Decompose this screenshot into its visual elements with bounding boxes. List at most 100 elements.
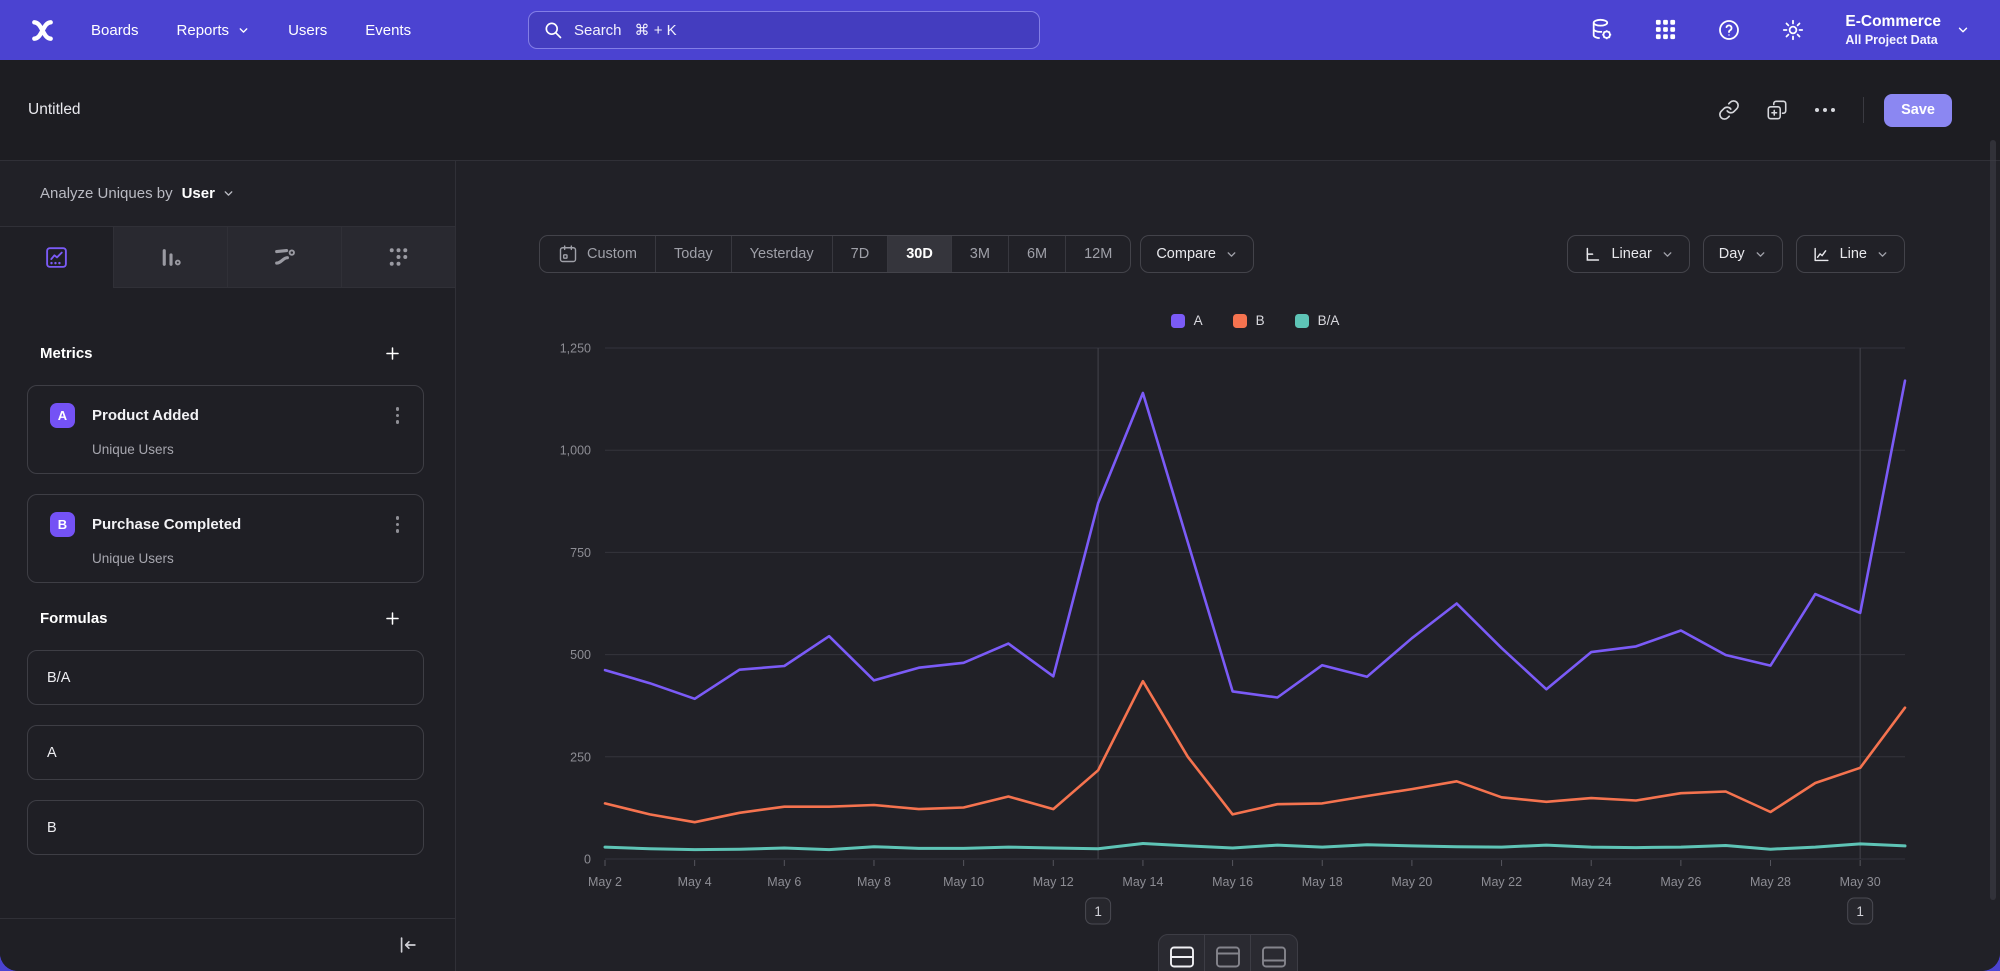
search-placeholder: Search	[574, 22, 622, 39]
chart-area: CustomTodayYesterday7D30D3M6M12M Compare…	[456, 161, 2000, 971]
formula-label: B	[47, 820, 57, 836]
content-panel: Untitled Save	[0, 60, 2000, 971]
nav-item-boards[interactable]: Boards	[91, 22, 139, 39]
metric-card[interactable]: AProduct Added Unique Users	[27, 385, 424, 474]
project-scope: All Project Data	[1845, 32, 1941, 48]
nav-item-label: Reports	[177, 22, 230, 39]
formula-label: A	[47, 745, 57, 761]
svg-text:May 14: May 14	[1122, 875, 1163, 889]
metrics-tab-icon	[386, 245, 411, 270]
svg-text:May 30: May 30	[1840, 875, 1881, 889]
formulas-title: Formulas	[40, 610, 108, 627]
layout-chart-only-icon[interactable]	[1205, 935, 1251, 971]
svg-text:May 18: May 18	[1302, 875, 1343, 889]
help-icon[interactable]	[1717, 18, 1741, 42]
tab-bar-chart[interactable]	[114, 227, 228, 288]
report-title[interactable]: Untitled	[28, 101, 81, 119]
line-chart-tab-icon	[44, 245, 69, 270]
svg-text:May 2: May 2	[588, 875, 622, 889]
metric-measure[interactable]: Unique Users	[92, 551, 403, 566]
svg-text:0: 0	[584, 853, 591, 867]
kebab-menu-icon[interactable]	[392, 514, 404, 535]
svg-text:May 16: May 16	[1212, 875, 1253, 889]
duplicate-icon[interactable]	[1759, 92, 1795, 128]
formulas-header: Formulas	[27, 609, 424, 628]
search-input[interactable]: Search ⌘ + K	[528, 11, 1040, 49]
layout-split-view-icon[interactable]	[1159, 935, 1205, 971]
report-header-actions: Save	[1711, 92, 1952, 128]
svg-text:May 26: May 26	[1660, 875, 1701, 889]
top-nav-right: E-Commerce All Project Data	[1589, 12, 1970, 48]
analyze-by-value: User	[182, 185, 215, 202]
project-name: E-Commerce	[1845, 12, 1941, 32]
svg-text:750: 750	[570, 546, 591, 560]
settings-gear-icon[interactable]	[1781, 18, 1805, 42]
body-row: Analyze Uniques by User	[0, 161, 2000, 971]
line-chart[interactable]: 02505007501,0001,250May 2May 4May 6May 8…	[456, 161, 2000, 971]
tab-insights-line[interactable]	[0, 227, 114, 288]
data-management-icon[interactable]	[1589, 17, 1614, 42]
formula-card-list: B/A A B	[27, 650, 424, 855]
kebab-menu-icon[interactable]	[392, 405, 404, 426]
tab-metrics[interactable]	[342, 227, 455, 288]
sidebar-body: Metrics AProduct Added Unique Users B Purch…	[0, 288, 455, 971]
metric-card[interactable]: B Purchase Completed Unique Users	[27, 494, 424, 583]
metric-badge: B	[50, 512, 75, 537]
search-shortcut: ⌘ + K	[635, 21, 677, 39]
svg-text:May 20: May 20	[1391, 875, 1432, 889]
top-nav: Boards Reports Users Events Search ⌘ + K	[0, 0, 2000, 60]
bar-chart-tab-icon	[158, 245, 183, 270]
query-sidebar: Analyze Uniques by User	[0, 161, 456, 971]
analyze-by-dropdown[interactable]: User	[182, 185, 235, 202]
formula-card[interactable]: B/A	[27, 650, 424, 705]
add-formula-button[interactable]	[383, 609, 402, 628]
divider	[1863, 97, 1864, 123]
flows-tab-icon	[272, 245, 297, 270]
svg-text:May 24: May 24	[1571, 875, 1612, 889]
svg-text:May 28: May 28	[1750, 875, 1791, 889]
collapse-sidebar-icon[interactable]	[397, 934, 419, 956]
nav-item-label: Boards	[91, 22, 139, 39]
formula-card[interactable]: A	[27, 725, 424, 780]
formula-card[interactable]: B	[27, 800, 424, 855]
analyze-uniques-row: Analyze Uniques by User	[0, 161, 455, 227]
apps-grid-icon[interactable]	[1654, 18, 1677, 41]
formula-label: B/A	[47, 670, 70, 686]
sidebar-footer	[0, 918, 455, 971]
nav-item-events[interactable]: Events	[365, 22, 411, 39]
copy-link-icon[interactable]	[1711, 92, 1747, 128]
metric-card-top: AProduct Added	[50, 403, 403, 428]
tab-flows[interactable]	[228, 227, 342, 288]
nav-item-label: Events	[365, 22, 411, 39]
nav-item-reports[interactable]: Reports	[177, 22, 251, 39]
mixpanel-logo-icon[interactable]	[30, 18, 55, 43]
metric-name: Purchase Completed	[92, 516, 241, 533]
metric-measure[interactable]: Unique Users	[92, 442, 403, 457]
add-metric-button[interactable]	[383, 344, 402, 363]
metrics-title: Metrics	[40, 345, 93, 362]
more-options-icon[interactable]	[1807, 92, 1843, 128]
vertical-scrollbar[interactable]	[1990, 140, 1996, 900]
report-header: Untitled Save	[0, 60, 2000, 161]
search-icon	[543, 20, 563, 40]
chevron-down-icon	[237, 24, 250, 37]
save-button[interactable]: Save	[1884, 94, 1952, 127]
svg-text:May 10: May 10	[943, 875, 984, 889]
main-nav: Boards Reports Users Events	[91, 22, 411, 39]
metric-card-top: B Purchase Completed	[50, 512, 403, 537]
svg-text:1,000: 1,000	[560, 444, 591, 458]
svg-text:1: 1	[1094, 904, 1102, 919]
svg-text:1: 1	[1856, 904, 1864, 919]
metrics-header: Metrics	[27, 344, 424, 363]
line-chart-svg: 02505007501,0001,250May 2May 4May 6May 8…	[456, 161, 2000, 966]
svg-text:250: 250	[570, 750, 591, 764]
svg-text:May 6: May 6	[767, 875, 801, 889]
project-switcher[interactable]: E-Commerce All Project Data	[1845, 12, 1970, 48]
nav-item-users[interactable]: Users	[288, 22, 327, 39]
metric-card-list: AProduct Added Unique Users B Purchase Comp…	[27, 385, 424, 583]
layout-table-only-icon[interactable]	[1251, 935, 1297, 971]
chevron-down-icon	[1956, 23, 1970, 37]
metric-badge: A	[50, 403, 75, 428]
svg-text:May 8: May 8	[857, 875, 891, 889]
project-info: E-Commerce All Project Data	[1845, 12, 1941, 48]
